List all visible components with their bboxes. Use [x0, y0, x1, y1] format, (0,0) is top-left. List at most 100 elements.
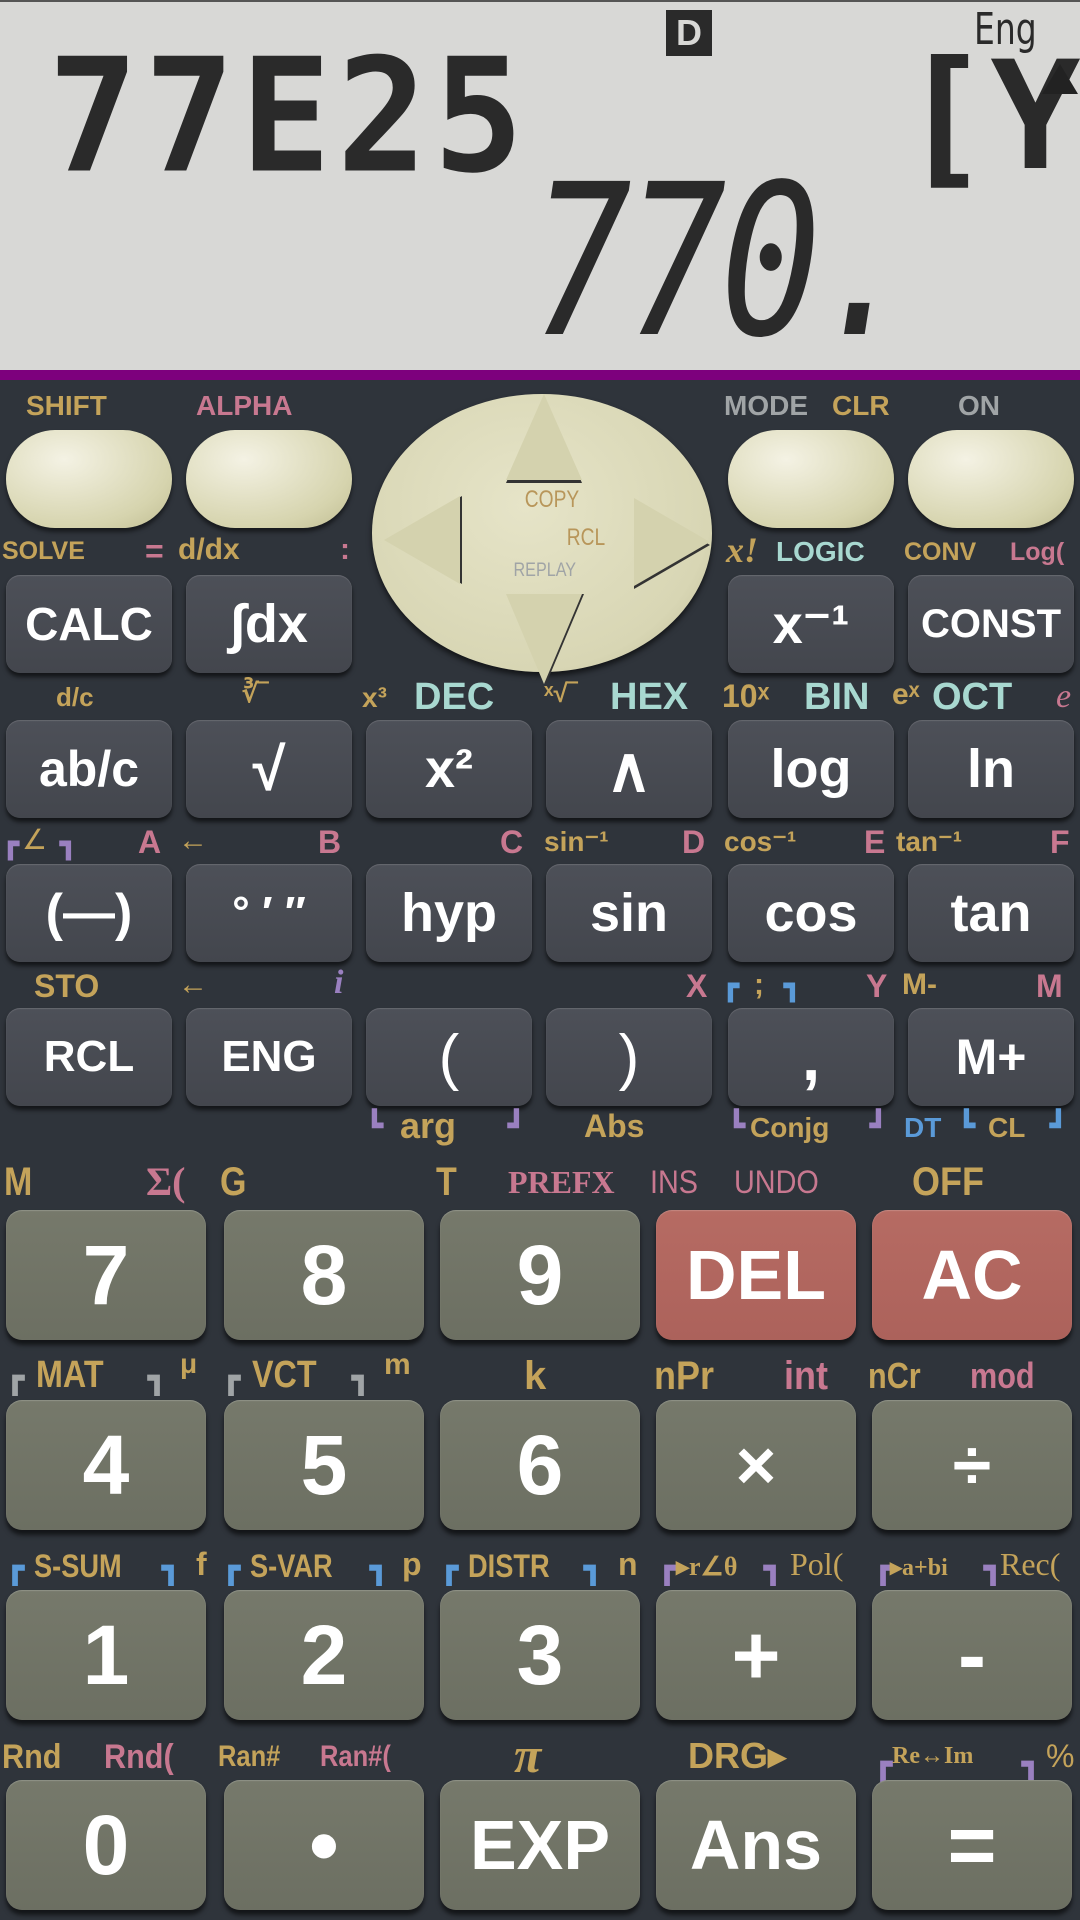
digit-0-key[interactable]: 0 [6, 1780, 206, 1910]
dpad-up-button[interactable] [506, 394, 582, 480]
ran-label: Ran# [218, 1740, 281, 1773]
left-arrow-label: ← [178, 824, 208, 857]
hex-label: HEX [610, 676, 689, 718]
digit-4-key[interactable]: 4 [6, 1400, 206, 1530]
atan-label: tan⁻¹ [896, 826, 963, 857]
sto-label: STO [34, 968, 100, 1004]
vct-bracket-close: ┓ [352, 1362, 371, 1395]
square-key[interactable]: x² [366, 720, 532, 818]
calc-key[interactable]: CALC [6, 575, 172, 673]
pol-label: Pol( [790, 1546, 844, 1582]
comma-key[interactable]: , [728, 1008, 894, 1106]
euler-label: e [1056, 678, 1072, 715]
power-key[interactable]: ∧ [546, 720, 712, 818]
int-label: int [784, 1354, 828, 1398]
ac-key[interactable]: AC [872, 1210, 1072, 1340]
multiply-key[interactable]: × [656, 1400, 856, 1530]
colon-label: : [340, 533, 350, 566]
digit-9-key[interactable]: 9 [440, 1210, 640, 1340]
eng-key[interactable]: ENG [186, 1008, 352, 1106]
decimal-point-key[interactable]: • [224, 1780, 424, 1910]
replay-label: REPLAY [513, 560, 577, 581]
sigma-label: Σ( [146, 1159, 186, 1204]
angle-label: ∠ [22, 824, 48, 855]
ddx-label: d/dx [178, 533, 240, 566]
dpad-right-button[interactable] [634, 498, 710, 586]
digit-6-key[interactable]: 6 [440, 1400, 640, 1530]
cl-bracket-open: ┗ [958, 1110, 975, 1141]
digit-2-key[interactable]: 2 [224, 1590, 424, 1720]
digit-8-key[interactable]: 8 [224, 1210, 424, 1340]
distr-bracket-open: ┏ [440, 1552, 459, 1585]
rcl-label: RCL [566, 524, 606, 551]
dpad: COPY RCL REPLAY [372, 394, 712, 684]
rnd-label: Rnd [2, 1738, 62, 1776]
mode-label: MODE [724, 390, 808, 421]
lcd-display: D Eng 77E25 [Y 770. [0, 0, 1080, 370]
tan-key[interactable]: tan [908, 864, 1074, 962]
sin-key[interactable]: sin [546, 864, 712, 962]
digit-5-key[interactable]: 5 [224, 1400, 424, 1530]
mod-label: mod [970, 1355, 1035, 1396]
mat-label: MAT [36, 1354, 104, 1396]
digit-3-key[interactable]: 3 [440, 1590, 640, 1720]
d-label: D [682, 824, 706, 860]
dpad-left-button[interactable] [384, 496, 460, 584]
degrees-minutes-seconds-key[interactable]: ° ′ ″ [186, 864, 352, 962]
g-label: G [220, 1160, 247, 1204]
mat-bracket-open: ┏ [6, 1362, 25, 1395]
oct-label: OCT [932, 676, 1013, 718]
equals-key[interactable]: = [872, 1780, 1072, 1910]
divide-key[interactable]: ÷ [872, 1400, 1072, 1530]
ncr-label: nCr [868, 1355, 921, 1396]
plus-key[interactable]: + [656, 1590, 856, 1720]
svar-label: S-VAR [250, 1548, 333, 1584]
ins-label: INS [650, 1164, 699, 1200]
fraction-key[interactable]: ab/c [6, 720, 172, 818]
m-plus-key[interactable]: M+ [908, 1008, 1074, 1106]
dt-label: DT [904, 1112, 942, 1143]
cos-key[interactable]: cos [728, 864, 894, 962]
ssum-bracket-close: ┓ [162, 1552, 181, 1585]
reim-bracket-close: ┓ [1022, 1748, 1041, 1781]
digit-1-key[interactable]: 1 [6, 1590, 206, 1720]
on-button[interactable] [908, 430, 1074, 528]
alpha-button[interactable] [186, 430, 352, 528]
percent-label: % [1046, 1738, 1075, 1774]
negative-key[interactable]: (—) [6, 864, 172, 962]
vct-bracket-open: ┏ [222, 1362, 241, 1395]
mode-button[interactable] [728, 430, 894, 528]
factorial-label: x! [726, 530, 759, 570]
svar-bracket-close: ┓ [370, 1552, 389, 1585]
micro-label: μ [180, 1348, 198, 1379]
xroot-label: ˣ√‾ [544, 678, 577, 708]
reim-bracket-open: ┏ [874, 1748, 893, 1781]
exp-key[interactable]: EXP [440, 1780, 640, 1910]
ans-key[interactable]: Ans [656, 1780, 856, 1910]
del-key[interactable]: DEL [656, 1210, 856, 1340]
result-value: 770. [531, 139, 916, 384]
mat-bracket-close: ┓ [148, 1362, 167, 1395]
ln-key[interactable]: ln [908, 720, 1074, 818]
display-divider [0, 370, 1080, 380]
reciprocal-key[interactable]: x⁻¹ [728, 575, 894, 673]
close-paren-key[interactable]: ) [546, 1008, 712, 1106]
shift-button[interactable] [6, 430, 172, 528]
conv-label: CONV [904, 538, 977, 566]
dpad-down-button[interactable] [506, 594, 582, 684]
open-paren-key[interactable]: ( [366, 1008, 532, 1106]
hyp-key[interactable]: hyp [366, 864, 532, 962]
conjg-bracket-open: ┗ [728, 1110, 745, 1141]
m-minus-label: M- [902, 968, 937, 1001]
ran-paren-label: Ran#( [320, 1740, 391, 1773]
digit-7-key[interactable]: 7 [6, 1210, 206, 1340]
const-key[interactable]: CONST [908, 575, 1074, 673]
sqrt-key[interactable]: √ [186, 720, 352, 818]
log-key[interactable]: log [728, 720, 894, 818]
minus-key[interactable]: - [872, 1590, 1072, 1720]
polar-bracket-close: ┓ [764, 1552, 783, 1585]
rcl-key[interactable]: RCL [6, 1008, 172, 1106]
integral-key[interactable]: ∫dx [186, 575, 352, 673]
femto-label: f [196, 1546, 207, 1582]
alpha-label: ALPHA [196, 390, 293, 421]
